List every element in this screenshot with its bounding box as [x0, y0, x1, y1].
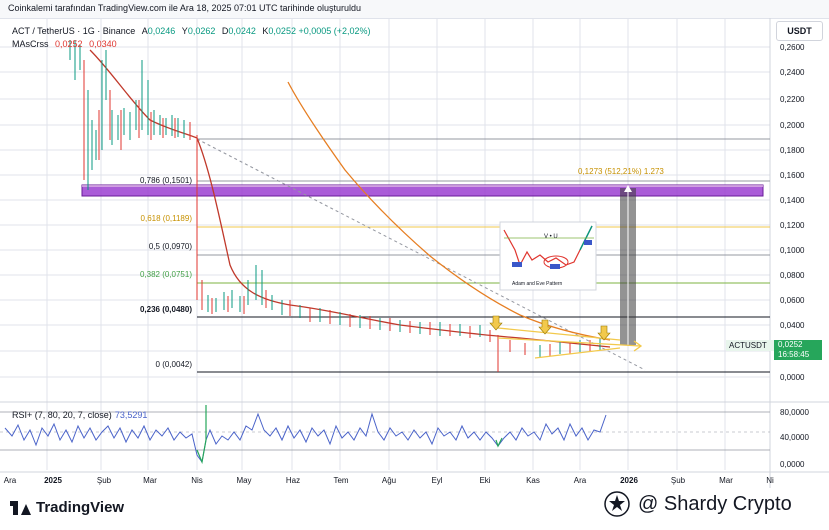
target-label: 0,1273 (512,21%) 1.273: [578, 167, 664, 176]
svg-text:2026: 2026: [620, 476, 638, 485]
fib-label-382: 0,382 (0,0751): [140, 270, 192, 279]
symbol-price-tag: ACTUSDT: [726, 340, 775, 351]
time-axis-labels: Ara 2025 Şub Mar Nis May Haz Tem Ağu Eyl…: [4, 476, 774, 485]
svg-text:Nis: Nis: [191, 476, 203, 485]
fib-label-5: 0,5 (0,0970): [149, 242, 192, 251]
candles: [69, 40, 601, 372]
legend-symbol: ACT / TetherUS · 1G · Binance: [12, 26, 136, 36]
chart-legend: ACT / TetherUS · 1G · Binance A0,0246 Y0…: [12, 25, 371, 51]
rsi-axis-labels: 80,0000 40,0000 0,0000: [780, 408, 809, 469]
svg-text:0,1400: 0,1400: [780, 196, 805, 205]
svg-text:Eyl: Eyl: [431, 476, 442, 485]
svg-text:Ni: Ni: [766, 476, 774, 485]
legend-close-value: 0,0252: [268, 26, 296, 36]
svg-text:Eki: Eki: [479, 476, 490, 485]
svg-text:40,0000: 40,0000: [780, 433, 809, 442]
svg-text:0,2200: 0,2200: [780, 95, 805, 104]
caption-text: Coinkalemi tarafından TradingView.com il…: [8, 3, 362, 13]
ma-fast-line: [89, 49, 611, 348]
legend-high-value: 0,0262: [187, 26, 216, 36]
svg-text:Kas: Kas: [526, 476, 540, 485]
current-price-value: 0,0252: [778, 340, 803, 349]
legend-mas-value-slow: 0,0340: [89, 39, 117, 49]
svg-text:Mar: Mar: [719, 476, 733, 485]
svg-text:Haz: Haz: [286, 476, 300, 485]
svg-text:0,0400: 0,0400: [780, 321, 805, 330]
svg-text:Tem: Tem: [333, 476, 348, 485]
legend-mas-label: MAsCrss: [12, 39, 49, 49]
pattern-caption: Adam and Eve Pattern: [512, 281, 563, 287]
tradingview-brand-name: TradingView: [36, 499, 125, 516]
wedge-projection: [497, 337, 641, 347]
svg-text:Ara: Ara: [574, 476, 587, 485]
currency-button[interactable]: USDT: [776, 21, 823, 41]
author-watermark: @ Shardy Crypto: [604, 491, 792, 517]
svg-text:0,2000: 0,2000: [780, 121, 805, 130]
tradingview-logo[interactable]: TradingView: [10, 499, 124, 516]
legend-low-value: 0,0242: [228, 26, 256, 36]
fib-label-786: 0,786 (0,1501): [140, 176, 192, 185]
svg-text:Ağu: Ağu: [382, 476, 396, 485]
caption-bar: Coinkalemi tarafından TradingView.com il…: [0, 0, 829, 19]
rsi-legend: RSI+ (7, 80, 20, 7, close) 73,5291: [12, 410, 147, 420]
price-axis-labels: 0,2600 0,2400 0,2200 0,2000 0,1800 0,160…: [780, 43, 805, 382]
tradingview-logo-icon: [10, 500, 31, 515]
svg-text:0,0000: 0,0000: [780, 373, 805, 382]
pattern-center-text: V • U: [544, 234, 558, 240]
svg-text:0,1600: 0,1600: [780, 171, 805, 180]
fib-label-0: 0 (0,0042): [156, 360, 193, 369]
svg-text:0,0600: 0,0600: [780, 296, 805, 305]
wedge-lower: [534, 347, 621, 359]
fib-label-618: 0,618 (0,1189): [141, 214, 193, 223]
svg-text:80,0000: 80,0000: [780, 408, 809, 417]
svg-text:0,2600: 0,2600: [780, 43, 805, 52]
rsi-label: RSI+ (7, 80, 20, 7, close): [12, 410, 112, 420]
legend-mas-value-fast: 0,0252: [55, 39, 83, 49]
author-watermark-text: @ Shardy Crypto: [638, 492, 792, 515]
svg-text:Ara: Ara: [4, 476, 17, 485]
legend-row-mas: MAsCrss 0,0252 0,0340: [12, 38, 371, 51]
svg-text:May: May: [236, 476, 251, 485]
legend-open-value: 0,0246: [147, 26, 176, 36]
pattern-thumbnail: V • U Adam and Eve Pattern: [499, 221, 597, 291]
rsi-value: 73,5291: [114, 410, 148, 420]
svg-text:0,1200: 0,1200: [780, 221, 805, 230]
bar-countdown: 16:58:45: [778, 350, 810, 359]
svg-text:Şub: Şub: [97, 476, 112, 485]
legend-row-symbol: ACT / TetherUS · 1G · Binance A0,0246 Y0…: [12, 25, 371, 38]
svg-text:0,0800: 0,0800: [780, 271, 805, 280]
svg-text:Mar: Mar: [143, 476, 157, 485]
legend-change: +0,0005 (+2,02%): [298, 26, 371, 36]
rsi-line: [4, 412, 607, 464]
current-price-label: 0,0252 16:58:45: [774, 340, 822, 360]
fib-label-236: 0,236 (0,0480): [140, 305, 192, 314]
author-avatar-icon: [604, 491, 630, 517]
svg-text:0,0000: 0,0000: [780, 460, 805, 469]
svg-text:0,1800: 0,1800: [780, 146, 805, 155]
svg-text:Şub: Şub: [671, 476, 686, 485]
svg-text:2025: 2025: [44, 476, 62, 485]
svg-text:0,1000: 0,1000: [780, 246, 805, 255]
svg-text:0,2400: 0,2400: [780, 68, 805, 77]
fib-levels: [197, 138, 770, 373]
